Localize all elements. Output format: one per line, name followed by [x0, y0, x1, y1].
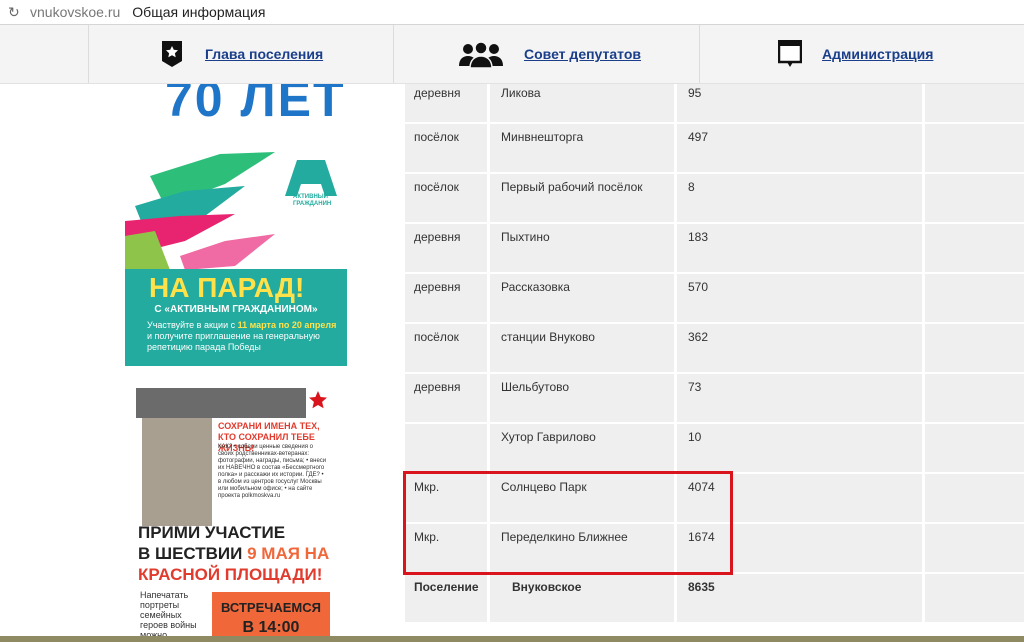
cell-empty	[925, 574, 1024, 622]
nav-link-administration[interactable]: Администрация	[822, 46, 933, 62]
cell-kind: посёлок	[405, 174, 487, 222]
cell-empty	[925, 474, 1024, 522]
table-row: деревня Пыхтино 183	[405, 224, 1024, 272]
cell-value: 362	[677, 324, 922, 372]
red-star-icon	[309, 391, 327, 409]
cell-empty	[925, 374, 1024, 422]
cell-empty	[925, 524, 1024, 572]
table-row: деревня Шельбутово 73	[405, 374, 1024, 422]
cell-value: 10	[677, 424, 922, 472]
highlight-box	[403, 471, 733, 575]
reload-icon[interactable]: ↻	[8, 4, 22, 21]
cell-name: Первый рабочий посёлок	[490, 174, 674, 222]
banner-instructions: КАК? • собери ценные сведения о своих ро…	[218, 444, 327, 499]
cell-name: Минвнешторга	[490, 124, 674, 172]
cell-empty	[925, 224, 1024, 272]
table-row: посёлок Минвнешторга 497	[405, 124, 1024, 172]
banner-subline: С «АКТИВНЫМ ГРАЖДАНИНОМ»	[154, 304, 318, 315]
cell-kind: посёлок	[405, 324, 487, 372]
total-name: Внуковское	[490, 574, 674, 622]
cell-value: 8	[677, 174, 922, 222]
page-bottom-strip	[0, 636, 1024, 642]
nav-item-council[interactable]: Совет депутатов	[393, 25, 700, 83]
parade-promo-banner[interactable]: 70 ЛЕТ АКТИВНЫЙ ГРАЖДАНИН НА ПАРАД! С «А…	[125, 84, 347, 366]
meeting-time-box: ВСТРЕЧАЕМСЯ В 14:00	[212, 592, 330, 642]
table-row: посёлок станции Внуково 362	[405, 324, 1024, 372]
veteran-photos-strip	[136, 388, 306, 418]
cell-name: станции Внуково	[490, 324, 674, 372]
address-bar[interactable]: ↻ vnukovskoe.ru Общая информация	[0, 0, 1024, 25]
cell-name: Пыхтино	[490, 224, 674, 272]
cell-kind: деревня	[405, 274, 487, 322]
banner-headline-big: ПРИМИ УЧАСТИЕ В ШЕСТВИИ 9 МАЯ НА КРАСНОЙ…	[138, 523, 330, 584]
cell-empty	[925, 324, 1024, 372]
cell-empty	[925, 124, 1024, 172]
nav-item-head[interactable]: Глава поселения	[88, 25, 394, 83]
shield-star-icon	[161, 40, 183, 68]
nav-link-head[interactable]: Глава поселения	[205, 46, 323, 62]
banner-footnote: Напечатать портреты семейных героев войн…	[140, 590, 208, 642]
cell-kind: деревня	[405, 374, 487, 422]
cell-value: 73	[677, 374, 922, 422]
plane-arrows-graphic	[125, 152, 337, 270]
page-title: Общая информация	[132, 4, 266, 20]
cell-empty	[925, 424, 1024, 472]
table-total-row: Поселение Внуковское 8635	[405, 574, 1024, 622]
cell-empty	[925, 274, 1024, 322]
top-nav: Глава поселения Совет депутатов Админист…	[0, 25, 1024, 84]
table-row: Хутор Гаврилово 10	[405, 424, 1024, 472]
immortal-regiment-banner[interactable]: СОХРАНИ ИМЕНА ТЕХ, КТО СОХРАНИЛ ТЕБЕ ЖИЗ…	[136, 388, 335, 642]
total-kind: Поселение	[405, 574, 487, 622]
cell-kind: посёлок	[405, 124, 487, 172]
banner-years: 70 ЛЕТ	[165, 84, 346, 127]
cell-kind	[405, 424, 487, 472]
nav-link-council[interactable]: Совет депутатов	[524, 46, 641, 62]
cell-name: Шельбутово	[490, 374, 674, 422]
cell-kind: деревня	[405, 84, 487, 122]
cell-empty	[925, 84, 1024, 122]
cell-name: Ликова	[490, 84, 674, 122]
cell-value: 497	[677, 124, 922, 172]
table-row: деревня Рассказовка 570	[405, 274, 1024, 322]
cell-value: 570	[677, 274, 922, 322]
people-group-icon	[458, 40, 504, 68]
banner-description: Участвуйте в акции с 11 марта по 20 апре…	[147, 320, 337, 352]
cell-kind: деревня	[405, 224, 487, 272]
address-domain: vnukovskoe.ru	[30, 4, 121, 20]
table-row: посёлок Первый рабочий посёлок 8	[405, 174, 1024, 222]
cell-empty	[925, 174, 1024, 222]
total-value: 8635	[677, 574, 922, 622]
board-icon	[778, 40, 802, 68]
cell-name: Хутор Гаврилово	[490, 424, 674, 472]
child-with-portrait-photo	[142, 418, 212, 526]
brand-label: АКТИВНЫЙ ГРАЖДАНИН	[293, 194, 332, 207]
cell-value: 183	[677, 224, 922, 272]
table-row: деревня Ликова 95	[405, 84, 1024, 122]
cell-name: Рассказовка	[490, 274, 674, 322]
cell-value: 95	[677, 84, 922, 122]
nav-item-administration[interactable]: Администрация	[699, 25, 1024, 83]
banner-headline: НА ПАРАД!	[149, 272, 305, 303]
